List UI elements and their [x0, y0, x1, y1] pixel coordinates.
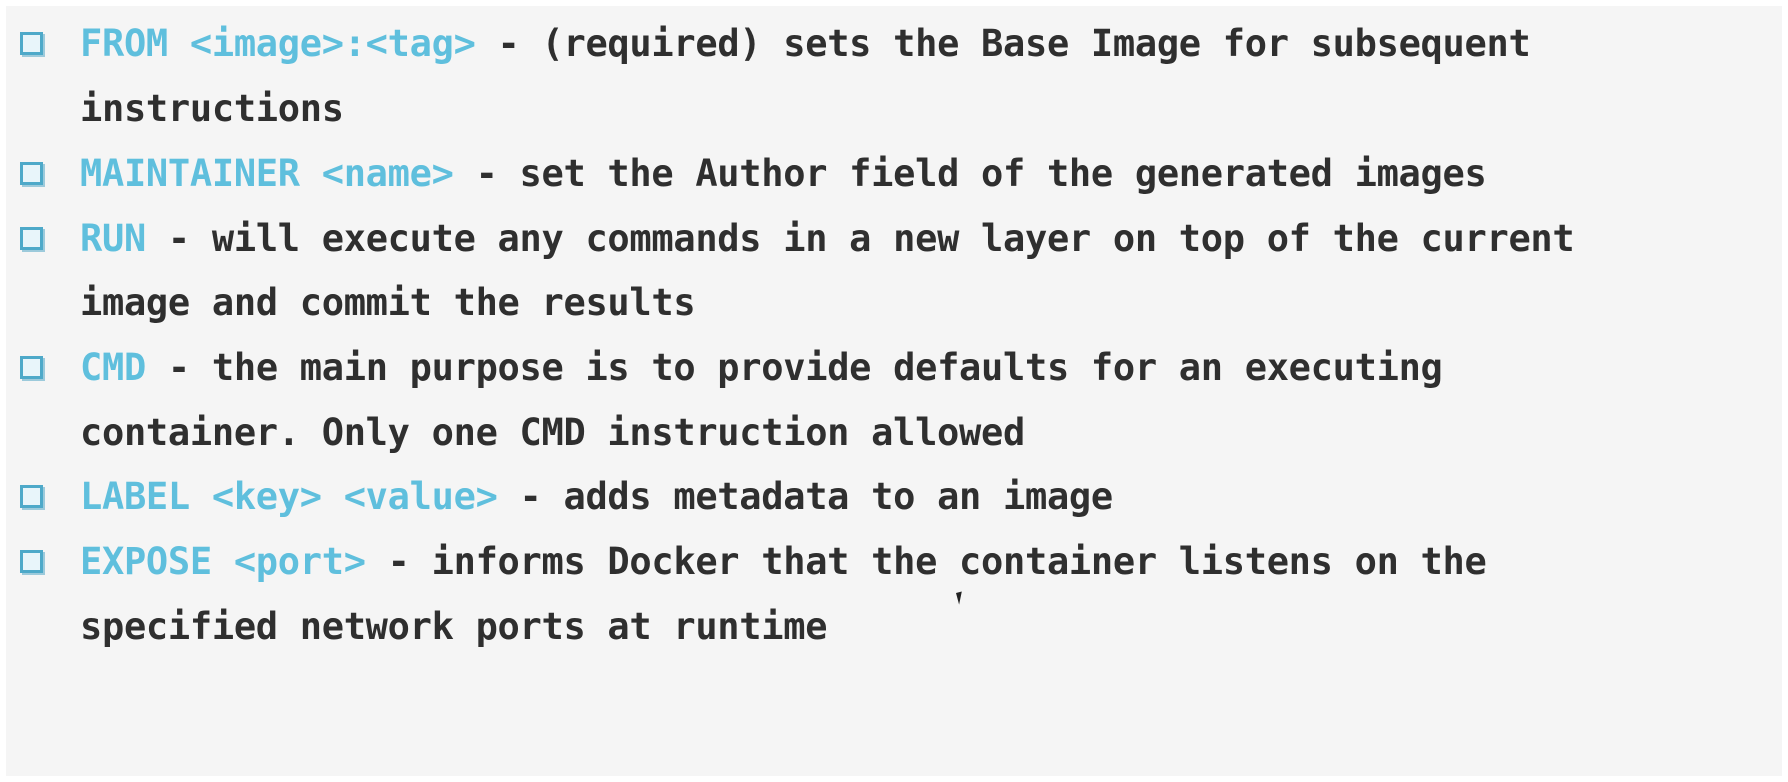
- item-text: FROM <image>:<tag> - (required) sets the…: [80, 22, 1531, 66]
- description: - the main purpose is to provide default…: [145, 346, 1443, 389]
- slide: FROM <image>:<tag> - (required) sets the…: [6, 6, 1782, 776]
- description: - will execute any commands in a new lay…: [145, 217, 1575, 260]
- checkbox-bullet-icon: [20, 162, 43, 185]
- continuation-text: instructions: [80, 87, 344, 130]
- keyword: CMD: [80, 346, 146, 389]
- mouse-pointer-icon: [956, 589, 971, 605]
- continuation-text: specified network ports at runtime: [80, 605, 828, 648]
- keyword: MAINTAINER <name>: [80, 152, 454, 195]
- keyword: FROM <image>:<tag>: [80, 22, 476, 65]
- item-text: LABEL <key> <value> - adds metadata to a…: [80, 475, 1113, 519]
- keyword: RUN: [80, 217, 146, 260]
- continuation-text: image and commit the results: [80, 281, 696, 324]
- item-text: RUN - will execute any commands in a new…: [80, 217, 1575, 261]
- item-text: CMD - the main purpose is to provide def…: [80, 346, 1443, 390]
- checkbox-bullet-icon: [20, 356, 43, 379]
- checkbox-bullet-icon: [20, 32, 43, 55]
- continuation-text: container. Only one CMD instruction allo…: [80, 411, 1025, 454]
- checkbox-bullet-icon: [20, 485, 43, 508]
- item-text: EXPOSE <port> - informs Docker that the …: [80, 540, 1487, 584]
- keyword: LABEL <key> <value>: [80, 475, 498, 518]
- description: - set the Author field of the generated …: [453, 152, 1487, 195]
- description: - informs Docker that the container list…: [365, 540, 1487, 583]
- checkbox-bullet-icon: [20, 550, 43, 573]
- description: - (required) sets the Base Image for sub…: [475, 22, 1531, 65]
- keyword: EXPOSE <port>: [80, 540, 366, 583]
- checkbox-bullet-icon: [20, 227, 43, 250]
- item-text: MAINTAINER <name> - set the Author field…: [80, 152, 1487, 196]
- description: - adds metadata to an image: [497, 475, 1114, 518]
